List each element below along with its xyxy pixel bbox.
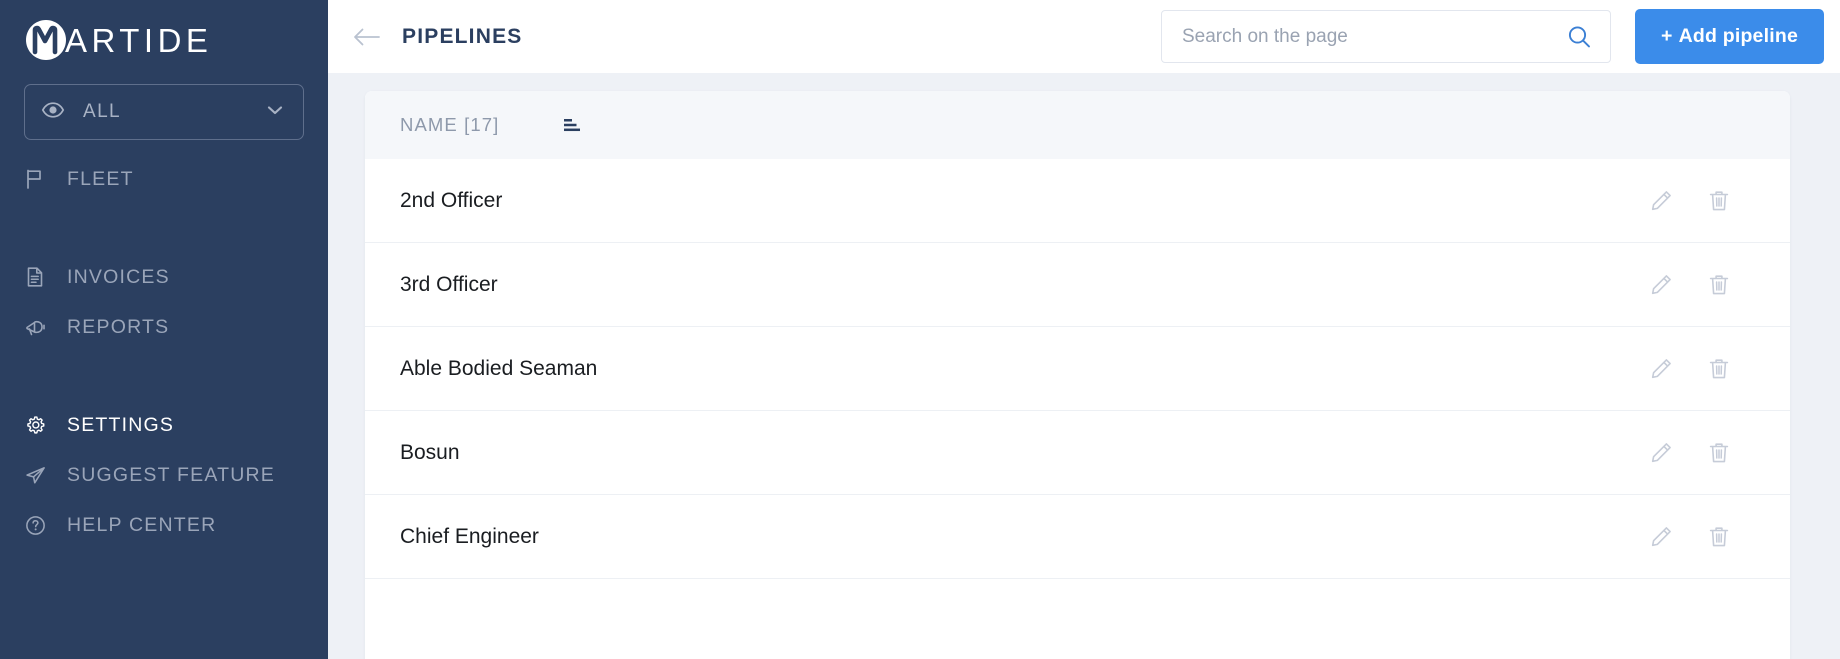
add-pipeline-label: Add pipeline (1678, 25, 1798, 47)
trash-icon[interactable] (1704, 522, 1734, 552)
send-icon (24, 464, 52, 487)
column-header-name: NAME [17] (400, 114, 500, 135)
content-area: NAME [17] 2nd Officer 3rd Officer Able B… (328, 73, 1840, 659)
pipelines-list: 2nd Officer 3rd Officer Able Bodied Seam… (365, 159, 1790, 579)
pencil-icon[interactable] (1646, 438, 1676, 468)
pipelines-card: NAME [17] 2nd Officer 3rd Officer Able B… (365, 91, 1790, 659)
pipeline-name: 2nd Officer (400, 188, 503, 212)
app-root: ARTIDE ALL FLEET INVOICES REPORTS SETTIN… (0, 0, 1840, 659)
table-row[interactable]: Chief Engineer (365, 495, 1790, 579)
question-circle-icon (24, 514, 52, 537)
table-row[interactable]: Able Bodied Seaman (365, 327, 1790, 411)
fleet-filter-label: ALL (83, 101, 122, 122)
top-bar: PIPELINES +Add pipeline (328, 0, 1840, 73)
table-row[interactable]: Bosun (365, 411, 1790, 495)
main-area: PIPELINES +Add pipeline NAME [17] (328, 0, 1840, 659)
pencil-icon[interactable] (1646, 354, 1676, 384)
trash-icon[interactable] (1704, 270, 1734, 300)
pencil-icon[interactable] (1646, 270, 1676, 300)
fleet-filter-dropdown[interactable]: ALL (24, 84, 304, 140)
sidebar-item-label: SUGGEST FEATURE (67, 463, 275, 486)
pipeline-name: Chief Engineer (400, 524, 539, 548)
pipeline-name: 3rd Officer (400, 272, 498, 296)
table-row[interactable]: 3rd Officer (365, 243, 1790, 327)
martide-logo-icon (24, 18, 68, 62)
sort-icon[interactable] (559, 114, 585, 136)
sidebar-item-label: FLEET (67, 167, 134, 190)
search-icon[interactable] (1564, 22, 1594, 52)
sidebar-item-label: SETTINGS (67, 413, 175, 436)
table-row[interactable]: 2nd Officer (365, 159, 1790, 243)
row-actions (1646, 270, 1734, 300)
plus-icon: + (1661, 25, 1673, 47)
sidebar-item-label: REPORTS (67, 315, 170, 338)
sidebar-item-reports[interactable]: REPORTS (0, 302, 328, 352)
sidebar-item-help-center[interactable]: HELP CENTER (0, 500, 328, 550)
pencil-icon[interactable] (1646, 186, 1676, 216)
search-box[interactable] (1161, 10, 1611, 63)
sidebar-item-fleet[interactable]: FLEET (0, 154, 328, 204)
gear-icon (24, 414, 52, 437)
chevron-down-icon (265, 100, 285, 125)
sidebar-nav: FLEET INVOICES REPORTS SETTINGS SUGGEST … (0, 154, 328, 550)
row-actions (1646, 186, 1734, 216)
sidebar-item-settings[interactable]: SETTINGS (0, 400, 328, 450)
document-icon (24, 266, 52, 288)
trash-icon[interactable] (1704, 354, 1734, 384)
sidebar-item-invoices[interactable]: INVOICES (0, 252, 328, 302)
row-actions (1646, 438, 1734, 468)
page-title: PIPELINES (402, 24, 523, 48)
row-actions (1646, 354, 1734, 384)
brand-name: ARTIDE (65, 21, 213, 59)
flag-icon (24, 168, 52, 190)
trash-icon[interactable] (1704, 186, 1734, 216)
sidebar-item-suggest-feature[interactable]: SUGGEST FEATURE (0, 450, 328, 500)
pencil-icon[interactable] (1646, 522, 1676, 552)
add-pipeline-button[interactable]: + Add pipeline (1635, 9, 1824, 64)
sidebar-item-label: INVOICES (67, 265, 170, 288)
arrow-left-icon[interactable] (350, 20, 384, 54)
pipeline-name: Bosun (400, 440, 460, 464)
trash-icon[interactable] (1704, 438, 1734, 468)
sidebar-item-label: HELP CENTER (67, 513, 217, 536)
table-header-row: NAME [17] (365, 91, 1790, 159)
brand-logo[interactable]: ARTIDE (0, 0, 328, 62)
megaphone-icon (24, 315, 52, 339)
pipeline-name: Able Bodied Seaman (400, 356, 598, 380)
eye-icon (41, 98, 65, 127)
row-actions (1646, 522, 1734, 552)
sidebar: ARTIDE ALL FLEET INVOICES REPORTS SETTIN… (0, 0, 328, 659)
search-input[interactable] (1182, 25, 1564, 48)
